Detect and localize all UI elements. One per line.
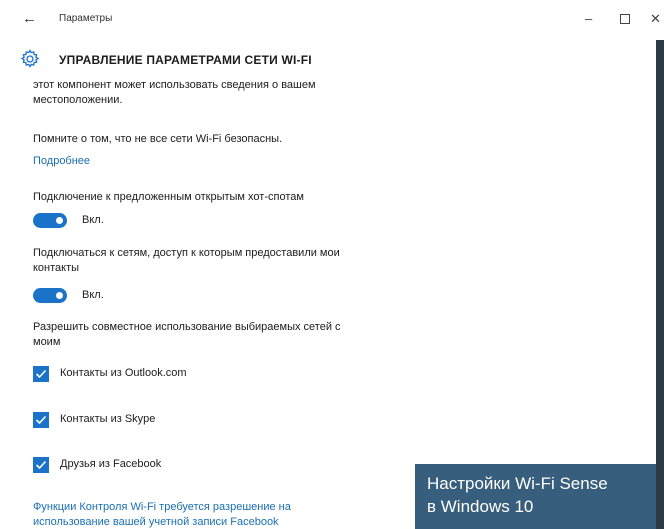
share-label: Разрешить совместное использование выбир… — [33, 320, 341, 350]
more-link[interactable]: Подробнее — [33, 154, 90, 169]
location-text-line: местоположении. — [33, 94, 123, 106]
maximize-icon — [620, 14, 630, 24]
checkmark-icon — [35, 369, 47, 379]
facebook-permission-link[interactable]: Функции Контроля Wi-Fi требуется разреше… — [33, 500, 291, 529]
facebook-link-line: Функции Контроля Wi-Fi требуется разреше… — [33, 501, 291, 513]
contacts-toggle[interactable] — [33, 288, 67, 303]
caption-line: Настройки Wi-Fi Sense — [427, 474, 608, 493]
toggle-knob — [56, 292, 63, 299]
back-arrow-icon[interactable]: ← — [22, 10, 37, 28]
window-title: Параметры — [59, 13, 113, 24]
page-header: УПРАВЛЕНИЕ ПАРАМЕТРАМИ СЕТИ WI-FI — [0, 40, 664, 76]
contacts-label-line: контакты — [33, 262, 80, 274]
skype-contacts-label: Контакты из Skype — [60, 413, 156, 425]
toggle-knob — [56, 217, 63, 224]
title-bar: ← Параметры – ✕ — [0, 0, 664, 40]
facebook-friends-label: Друзья из Facebook — [60, 458, 162, 470]
location-text: этот компонент может использовать сведен… — [33, 78, 316, 108]
share-label-line: Разрешить совместное использование выбир… — [33, 321, 341, 333]
hotspot-label: Подключение к предложенным открытым хот-… — [33, 191, 304, 203]
outlook-contacts-label: Контакты из Outlook.com — [60, 367, 187, 379]
skype-contacts-checkbox[interactable] — [33, 412, 49, 428]
facebook-link-line: использование вашей учетной записи Faceb… — [33, 516, 279, 528]
location-text-line: этот компонент может использовать сведен… — [33, 79, 316, 91]
contacts-label: Подключаться к сетям, доступ к которым п… — [33, 246, 340, 276]
hotspot-toggle-state: Вкл. — [82, 214, 104, 226]
gear-icon — [20, 49, 40, 68]
caption-line: в Windows 10 — [427, 497, 534, 516]
image-caption: Настройки Wi-Fi Sense в Windows 10 — [415, 464, 656, 529]
settings-window: ← Параметры – ✕ УПРАВЛЕНИЕ ПАРАМЕТРАМИ С… — [0, 0, 664, 529]
minimize-button[interactable]: – — [585, 11, 592, 27]
share-label-line: моим — [33, 336, 61, 348]
outlook-contacts-checkbox[interactable] — [33, 366, 49, 382]
hotspot-toggle[interactable] — [33, 213, 67, 228]
facebook-friends-checkbox[interactable] — [33, 457, 49, 473]
checkmark-icon — [35, 415, 47, 425]
checkmark-icon — [35, 460, 47, 470]
close-button[interactable]: ✕ — [650, 11, 661, 27]
background-window-edge — [656, 40, 664, 529]
page-title: УПРАВЛЕНИЕ ПАРАМЕТРАМИ СЕТИ WI-FI — [59, 53, 312, 67]
contacts-toggle-state: Вкл. — [82, 289, 104, 301]
contacts-label-line: Подключаться к сетям, доступ к которым п… — [33, 247, 340, 259]
warning-text: Помните о том, что не все сети Wi-Fi без… — [33, 133, 283, 145]
maximize-button[interactable] — [620, 11, 630, 28]
